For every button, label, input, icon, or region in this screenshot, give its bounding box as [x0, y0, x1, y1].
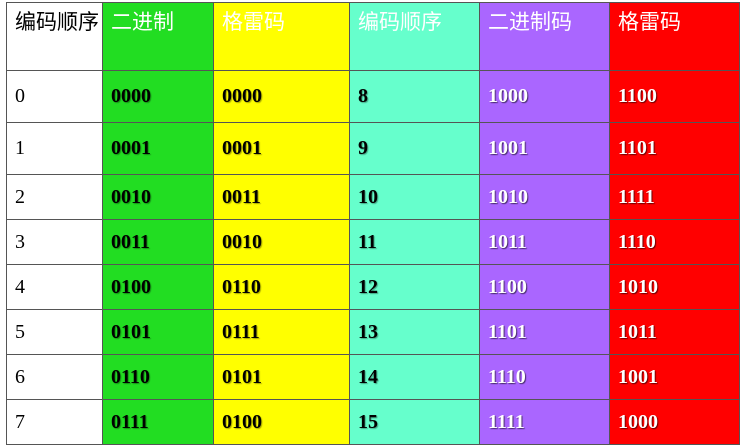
cell-order-2: 11: [349, 219, 480, 265]
cell-gray: 0100: [213, 399, 350, 445]
header-binary: 二进制: [102, 2, 214, 71]
table-row: 5 0101 0111 13 1101 1011: [6, 309, 740, 355]
cell-binary-2: 1010: [479, 174, 610, 220]
cell-order: 3: [6, 219, 103, 265]
cell-binary-2: 1101: [479, 309, 610, 355]
table-row: 4 0100 0110 12 1100 1010: [6, 264, 740, 310]
cell-gray-2: 1010: [609, 264, 740, 310]
cell-gray-2: 1111: [609, 174, 740, 220]
cell-gray-2: 1110: [609, 219, 740, 265]
cell-gray: 0101: [213, 354, 350, 400]
cell-binary-2: 1110: [479, 354, 610, 400]
cell-order: 4: [6, 264, 103, 310]
table-row: 7 0111 0100 15 1111 1000: [6, 399, 740, 445]
gray-code-table: 编码顺序 二进制 格雷码 编码顺序 二进制码 格雷码 0 0000 0000 8…: [6, 2, 740, 445]
cell-gray-2: 1011: [609, 309, 740, 355]
cell-gray: 0001: [213, 122, 350, 175]
cell-binary: 0010: [102, 174, 214, 220]
cell-gray-2: 1100: [609, 70, 740, 123]
cell-binary: 0101: [102, 309, 214, 355]
cell-order: 0: [6, 70, 103, 123]
cell-binary-2: 1001: [479, 122, 610, 175]
header-encoding-order-2: 编码顺序: [349, 2, 480, 71]
cell-gray-2: 1101: [609, 122, 740, 175]
header-encoding-order: 编码顺序: [6, 2, 103, 71]
cell-gray-2: 1001: [609, 354, 740, 400]
cell-order-2: 12: [349, 264, 480, 310]
cell-binary: 0111: [102, 399, 214, 445]
header-row: 编码顺序 二进制 格雷码 编码顺序 二进制码 格雷码: [6, 2, 740, 71]
cell-binary: 0110: [102, 354, 214, 400]
cell-order: 6: [6, 354, 103, 400]
cell-order-2: 14: [349, 354, 480, 400]
cell-order-2: 10: [349, 174, 480, 220]
table-row: 3 0011 0010 11 1011 1110: [6, 219, 740, 265]
cell-binary-2: 1000: [479, 70, 610, 123]
cell-order-2: 8: [349, 70, 480, 123]
cell-gray: 0111: [213, 309, 350, 355]
cell-gray: 0010: [213, 219, 350, 265]
cell-binary: 0011: [102, 219, 214, 265]
cell-order-2: 13: [349, 309, 480, 355]
cell-binary-2: 1111: [479, 399, 610, 445]
table-row: 6 0110 0101 14 1110 1001: [6, 354, 740, 400]
cell-binary-2: 1100: [479, 264, 610, 310]
cell-gray: 0000: [213, 70, 350, 123]
table-row: 0 0000 0000 8 1000 1100: [6, 70, 740, 123]
cell-gray: 0011: [213, 174, 350, 220]
cell-gray: 0110: [213, 264, 350, 310]
cell-binary: 0000: [102, 70, 214, 123]
cell-order: 5: [6, 309, 103, 355]
table-row: 2 0010 0011 10 1010 1111: [6, 174, 740, 220]
header-binary-code: 二进制码: [479, 2, 610, 71]
header-gray-code: 格雷码: [213, 2, 350, 71]
cell-order: 2: [6, 174, 103, 220]
cell-order-2: 15: [349, 399, 480, 445]
header-gray-code-2: 格雷码: [609, 2, 740, 71]
cell-order-2: 9: [349, 122, 480, 175]
cell-order: 1: [6, 122, 103, 175]
cell-binary: 0100: [102, 264, 214, 310]
cell-binary: 0001: [102, 122, 214, 175]
cell-gray-2: 1000: [609, 399, 740, 445]
cell-order: 7: [6, 399, 103, 445]
table-row: 1 0001 0001 9 1001 1101: [6, 122, 740, 175]
cell-binary-2: 1011: [479, 219, 610, 265]
